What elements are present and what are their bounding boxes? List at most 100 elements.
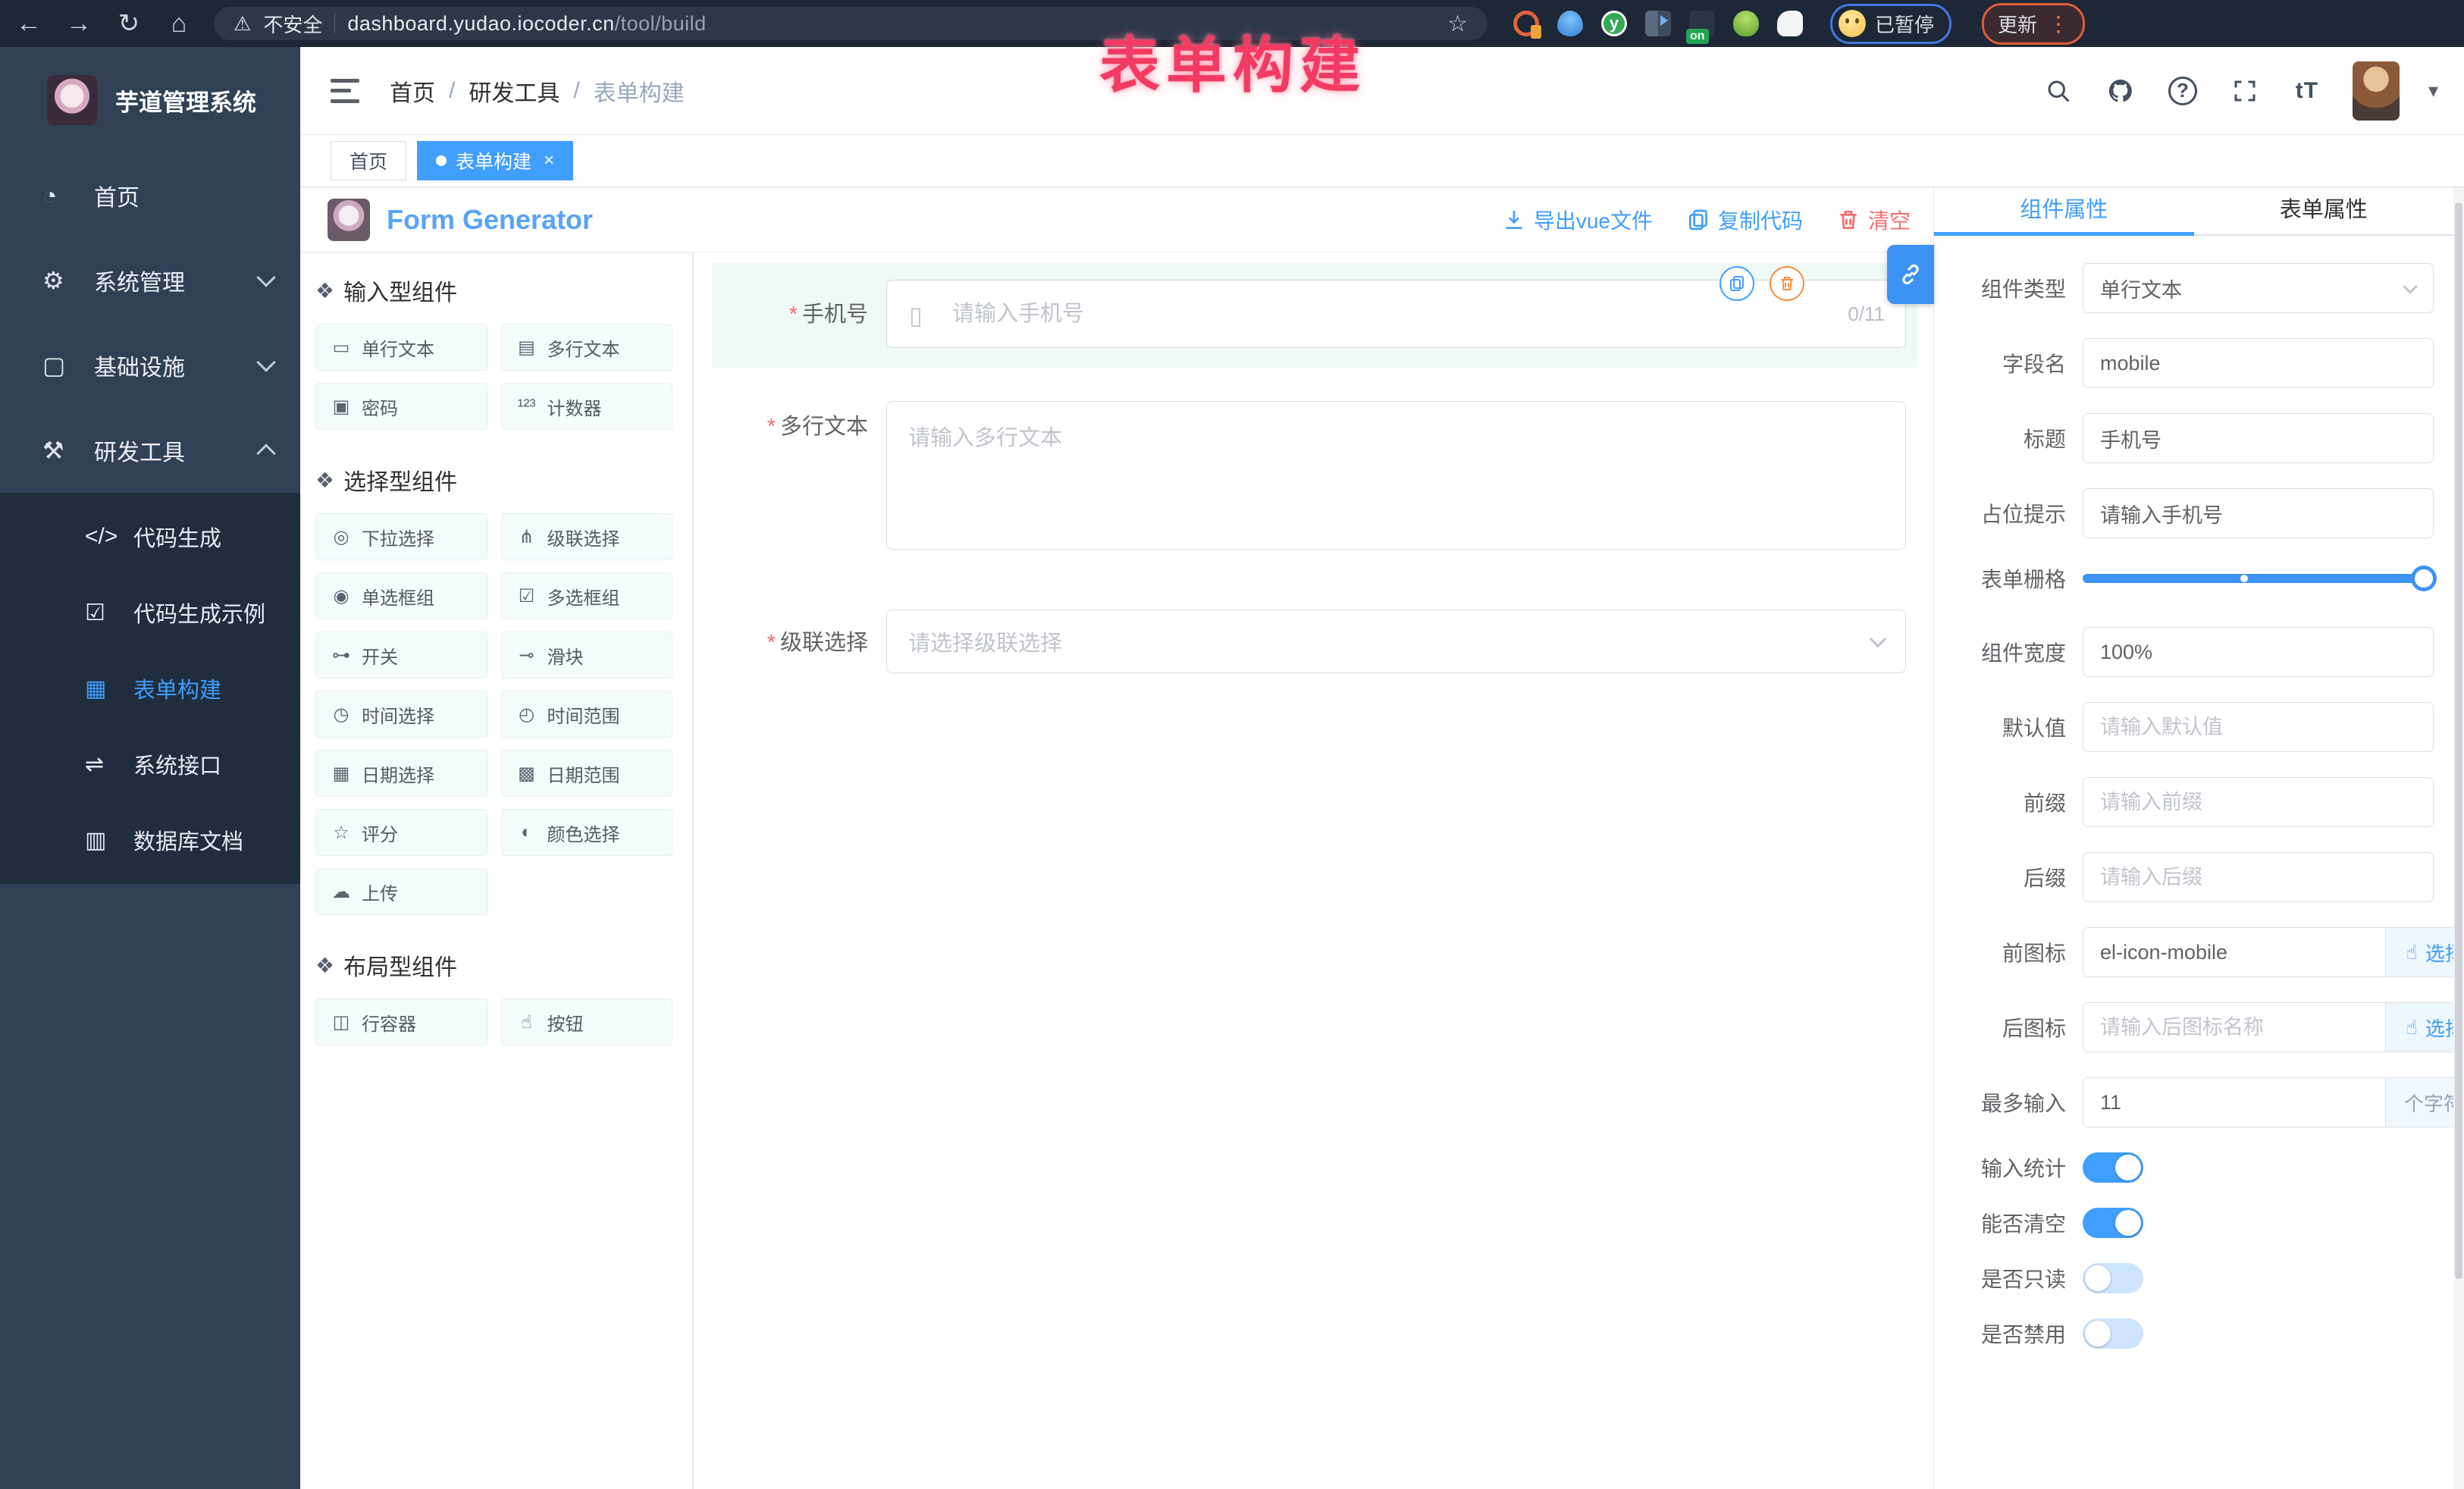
component-date-picker[interactable]: ▦日期选择 (315, 750, 487, 797)
tag-close-icon[interactable]: × (544, 150, 554, 171)
browser-reload-icon[interactable]: ↻ (114, 8, 144, 39)
suffix-icon-input[interactable] (2083, 1002, 2386, 1052)
prop-row-suffix-icon: 后图标 ☝选择 (1942, 1002, 2434, 1052)
component-rate[interactable]: ☆评分 (315, 809, 487, 856)
component-color-picker[interactable]: ◐颜色选择 (501, 809, 673, 856)
cascade-icon: ⋔ (516, 526, 538, 548)
puzzle-extensions-icon[interactable] (1777, 11, 1803, 36)
sidebar-item-db-docs[interactable]: ▥ 数据库文档 (0, 802, 300, 878)
title-input[interactable] (2083, 413, 2434, 463)
github-icon[interactable] (2104, 74, 2137, 108)
component-slider[interactable]: ⊸滑块 (501, 632, 673, 679)
canvas-field-mobile[interactable]: *手机号 ▯ 0/11 (712, 263, 1918, 368)
not-secure-label[interactable]: 不安全 (263, 10, 322, 38)
sidebar-item-system-management[interactable]: ⚙ 系统管理 (0, 238, 300, 323)
canvas-field-textarea[interactable]: *多行文本 (712, 384, 1918, 573)
extension-icon-6[interactable] (1733, 11, 1759, 36)
suffix-input[interactable] (2083, 852, 2434, 902)
extension-icon-4[interactable] (1645, 11, 1671, 36)
browser-home-icon[interactable]: ⌂ (164, 9, 194, 39)
browser-menu-icon[interactable]: ⋮ (2048, 11, 2069, 36)
sidebar-item-form-builder[interactable]: ▦ 表单构建 (0, 650, 300, 726)
properties-panel: 组件属性 表单属性 组件类型 字段名 (1933, 187, 2464, 1489)
profile-avatar-icon (1839, 10, 1866, 37)
disabled-toggle[interactable] (2083, 1318, 2143, 1349)
component-counter[interactable]: ¹²³计数器 (501, 383, 673, 430)
clear-button[interactable]: 清空 (1836, 205, 1911, 235)
user-avatar[interactable] (2353, 61, 2400, 121)
component-time-picker[interactable]: ◷时间选择 (315, 691, 487, 738)
sidebar-item-home[interactable]: ◔ 首页 (0, 153, 300, 238)
extension-icon-5[interactable] (1689, 11, 1715, 36)
sidebar-item-system-api[interactable]: ⇌ 系统接口 (0, 726, 300, 802)
placeholder-input[interactable] (2083, 488, 2434, 538)
profile-paused-pill[interactable]: 已暂停 (1830, 4, 1951, 44)
breadcrumb-dev-tools[interactable]: 研发工具 (469, 74, 560, 108)
prefix-input[interactable] (2083, 777, 2434, 827)
browser-forward-icon[interactable]: → (64, 9, 94, 39)
slider-handle[interactable] (2411, 566, 2437, 591)
sidebar-item-infrastructure[interactable]: ▢ 基础设施 (0, 323, 300, 408)
component-dropdown-select[interactable]: ◎下拉选择 (315, 513, 487, 560)
component-time-range[interactable]: ◴时间范围 (501, 691, 673, 738)
component-label: 时间选择 (362, 701, 434, 728)
breadcrumb-home[interactable]: 首页 (390, 74, 435, 108)
component-row-container[interactable]: ◫行容器 (315, 998, 487, 1045)
canvas-field-cascader[interactable]: *级联选择 请选择级联选择 (712, 593, 1918, 693)
duplicate-field-button[interactable] (1719, 266, 1754, 301)
readonly-toggle[interactable] (2083, 1263, 2143, 1293)
scrollbar[interactable] (2453, 187, 2464, 1489)
browser-update-button[interactable]: 更新 ⋮ (1982, 3, 2085, 45)
component-checkbox-group[interactable]: ☑多选框组 (501, 572, 673, 619)
component-date-range[interactable]: ▩日期范围 (501, 750, 673, 797)
tab-form-props[interactable]: 表单属性 (2194, 187, 2454, 234)
extension-icon-2[interactable] (1557, 11, 1583, 36)
extension-icon-1[interactable] (1513, 11, 1539, 36)
address-bar[interactable]: ⚠ 不安全 dashboard.yudao.iocoder.cn/tool/bu… (214, 7, 1487, 40)
delete-field-button[interactable] (1770, 266, 1804, 301)
component-type-select[interactable] (2083, 263, 2434, 313)
max-length-input[interactable] (2083, 1077, 2386, 1127)
textarea-input[interactable] (886, 401, 1906, 550)
component-upload[interactable]: ☁上传 (315, 868, 487, 915)
component-password[interactable]: ▣密码 (315, 383, 487, 430)
tag-home[interactable]: 首页 (331, 141, 406, 180)
word-limit-toggle[interactable] (2083, 1152, 2143, 1183)
sidebar-item-code-gen-example[interactable]: ☑ 代码生成示例 (0, 575, 300, 650)
tab-component-props[interactable]: 组件属性 (1934, 187, 2194, 234)
font-size-icon[interactable]: tT (2290, 74, 2324, 108)
extension-icon-3[interactable] (1601, 11, 1627, 36)
search-icon[interactable] (2042, 74, 2075, 108)
sidebar-item-code-generation[interactable]: </> 代码生成 (0, 499, 300, 575)
slider-track[interactable] (2083, 574, 2434, 583)
app-logo-row[interactable]: 芋道管理系统 (0, 47, 300, 153)
clearable-toggle[interactable] (2083, 1208, 2143, 1238)
help-icon[interactable]: ? (2166, 74, 2199, 108)
component-multi-line-text[interactable]: ▤多行文本 (501, 324, 673, 371)
cascader-input[interactable]: 请选择级联选择 (886, 610, 1906, 673)
sidebar-item-dev-tools[interactable]: ⚒ 研发工具 (0, 408, 300, 493)
panel-drag-handle[interactable] (1887, 245, 1934, 304)
scrollbar-thumb[interactable] (2455, 202, 2462, 1279)
suffix-icon-select-button[interactable]: ☝选择 (2386, 1002, 2464, 1052)
component-single-line-text[interactable]: ▭单行文本 (315, 324, 487, 371)
sidebar-item-label: 表单构建 (133, 672, 221, 704)
avatar-caret-icon[interactable]: ▾ (2428, 79, 2438, 102)
browser-back-icon[interactable]: ← (14, 9, 44, 39)
export-vue-button[interactable]: 导出vue文件 (1502, 205, 1653, 235)
sidebar-collapse-icon[interactable] (331, 79, 359, 103)
component-switch[interactable]: ⊶开关 (315, 632, 487, 679)
form-grid-slider[interactable] (2083, 563, 2434, 594)
component-radio-group[interactable]: ◉单选框组 (315, 572, 487, 619)
prefix-icon-select-button[interactable]: ☝选择 (2386, 927, 2464, 977)
component-button[interactable]: ☝按钮 (501, 998, 673, 1045)
field-name-input[interactable] (2083, 338, 2434, 388)
default-value-input[interactable] (2083, 702, 2434, 752)
prefix-icon-input[interactable] (2083, 927, 2386, 977)
fullscreen-icon[interactable] (2228, 74, 2262, 108)
bookmark-star-icon[interactable]: ☆ (1447, 11, 1468, 37)
component-width-input[interactable] (2083, 627, 2434, 677)
copy-code-button[interactable]: 复制代码 (1686, 205, 1803, 235)
tag-form-builder[interactable]: 表单构建 × (417, 141, 573, 180)
component-cascader[interactable]: ⋔级联选择 (501, 513, 673, 560)
